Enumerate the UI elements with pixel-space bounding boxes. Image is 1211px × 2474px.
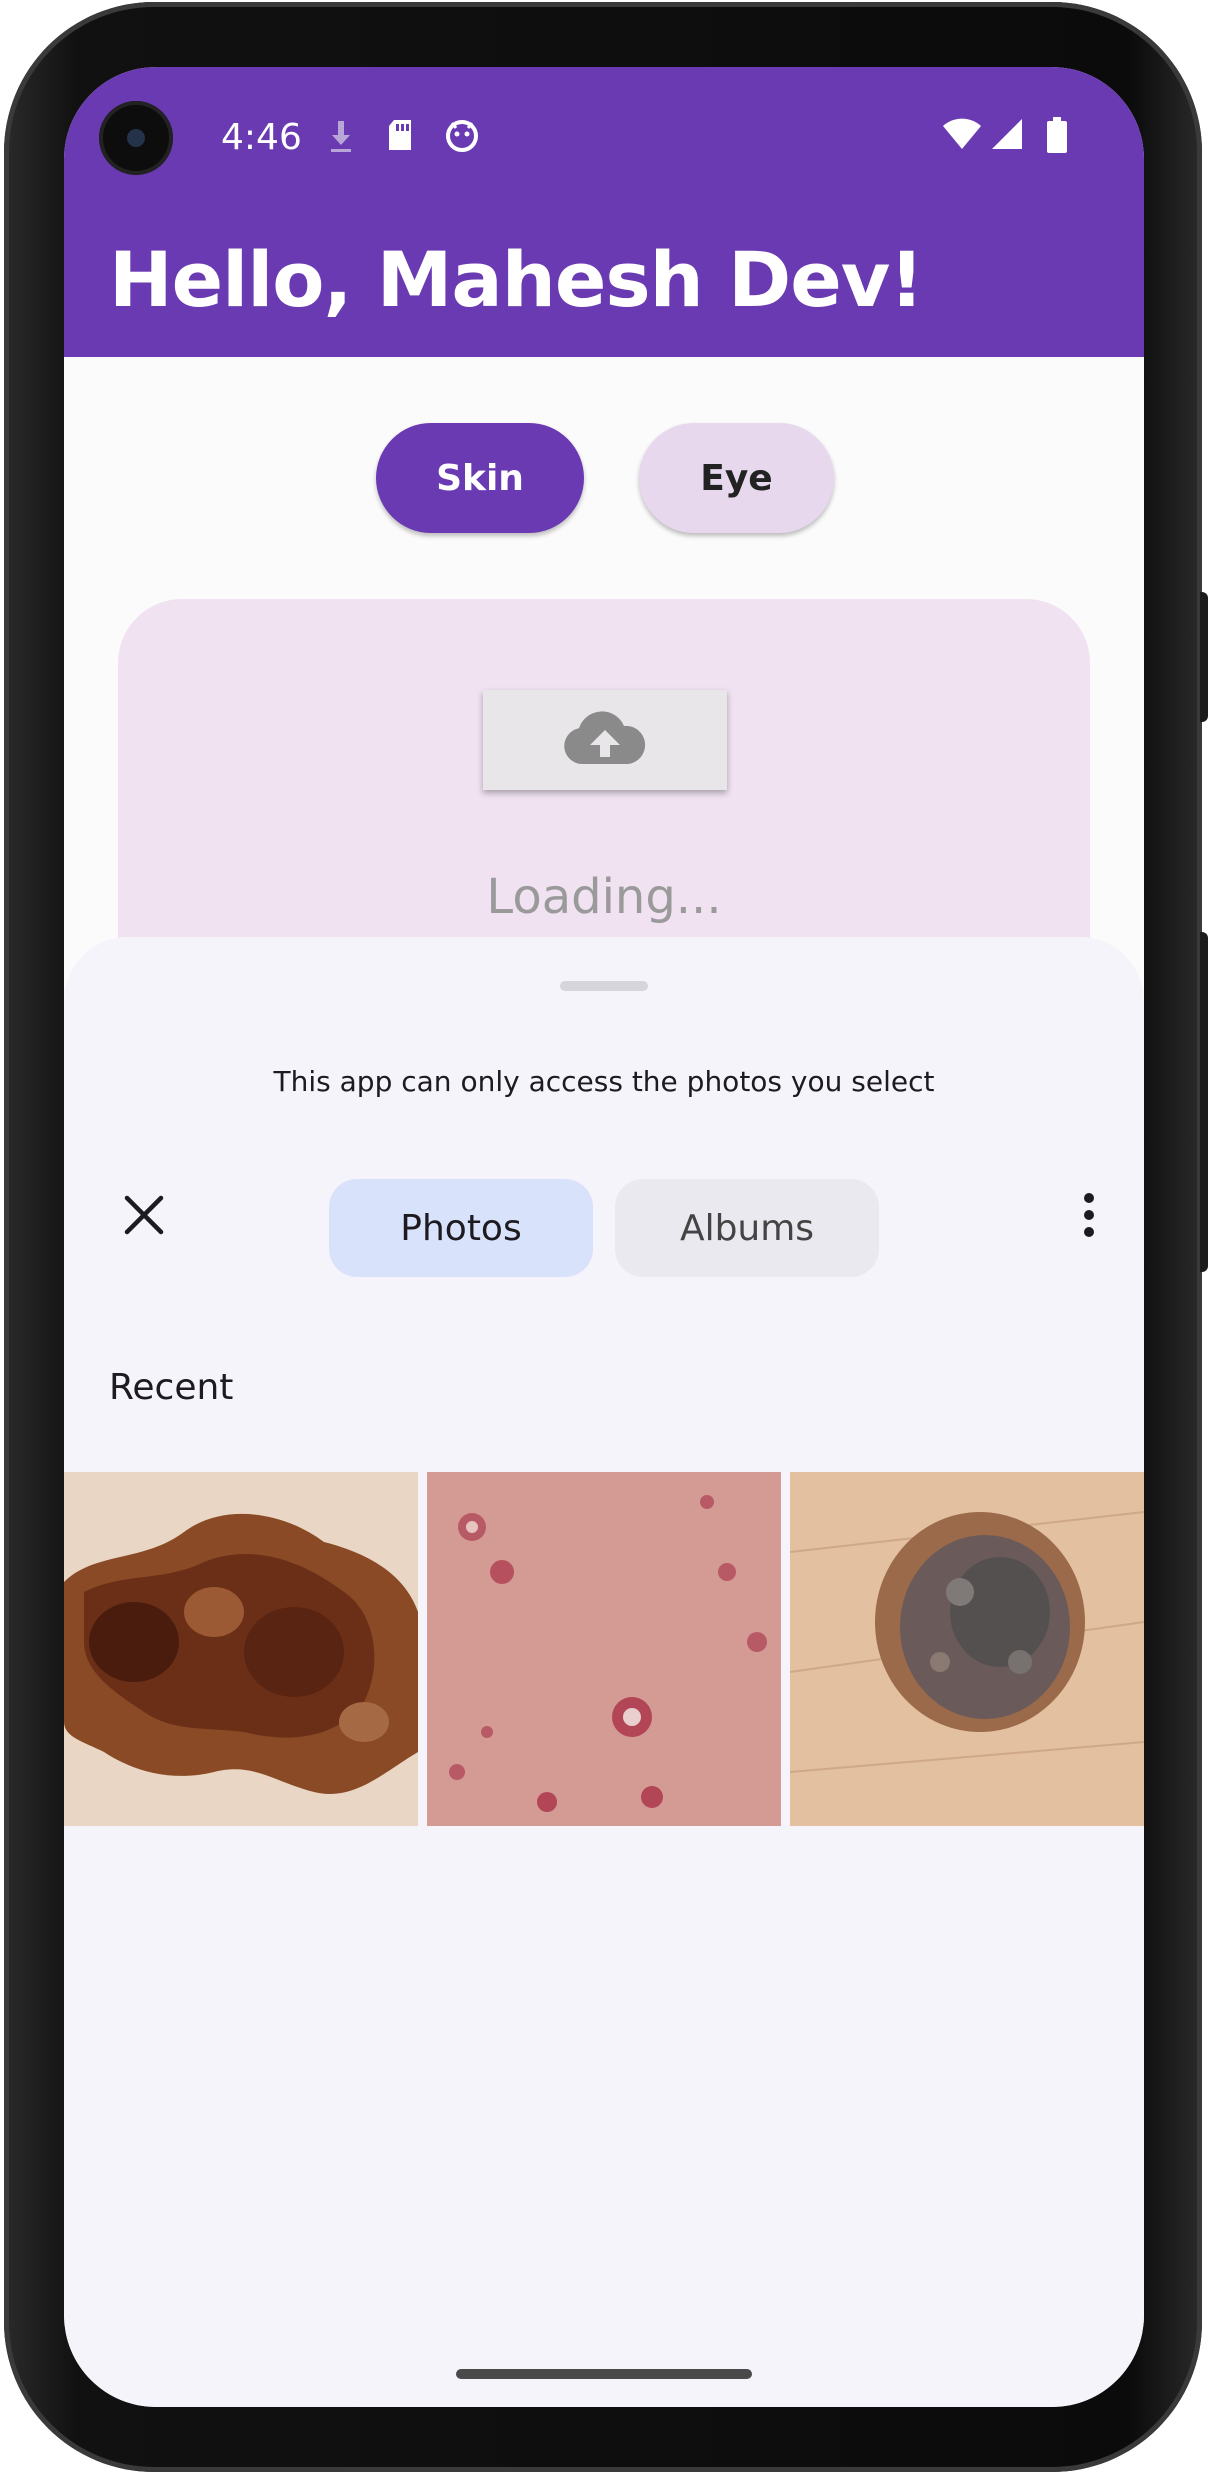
skin-rash-photo-2[interactable] [427, 1472, 781, 1826]
more-dot [1084, 1210, 1094, 1220]
close-icon [124, 1195, 164, 1235]
android-face-icon [444, 117, 480, 158]
cloud-upload-icon [564, 711, 646, 764]
eye-mode-button[interactable]: Eye [639, 423, 834, 533]
close-button[interactable] [114, 1185, 174, 1245]
phone-frame: 4:46 Hello, Mahesh Dev! Skin Eye Loading… [4, 2, 1208, 2472]
download-icon [328, 117, 354, 160]
tab-photos[interactable]: Photos [329, 1179, 593, 1277]
status-time: 4:46 [221, 117, 302, 158]
volume-button [1200, 592, 1208, 722]
screen: 4:46 Hello, Mahesh Dev! Skin Eye Loading… [64, 67, 1144, 2407]
loading-text: Loading... [486, 869, 722, 925]
greeting-title: Hello, Mahesh Dev! [109, 235, 924, 324]
section-title-recent: Recent [109, 1367, 234, 1408]
more-vert-icon [1084, 1193, 1094, 1203]
battery-icon [1046, 117, 1068, 160]
upload-button[interactable] [483, 690, 727, 790]
skin-lesion-photo-1[interactable] [64, 1472, 418, 1826]
status-bar: 4:46 [64, 117, 1144, 160]
power-button [1200, 932, 1208, 1272]
wifi-icon [942, 117, 982, 156]
more-options-button[interactable] [1072, 1185, 1106, 1245]
app-header: 4:46 Hello, Mahesh Dev! [64, 67, 1144, 357]
signal-icon [990, 117, 1024, 156]
skin-mole-photo-3[interactable] [790, 1472, 1144, 1826]
more-dot [1084, 1227, 1094, 1237]
drag-handle[interactable] [560, 981, 648, 991]
picker-notice: This app can only access the photos you … [273, 1065, 935, 1098]
gesture-bar[interactable] [456, 2369, 752, 2379]
skin-mode-button[interactable]: Skin [376, 423, 584, 533]
photo-picker-sheet: This app can only access the photos you … [64, 937, 1144, 2407]
tab-albums[interactable]: Albums [615, 1179, 879, 1277]
sd-card-icon [386, 117, 414, 158]
